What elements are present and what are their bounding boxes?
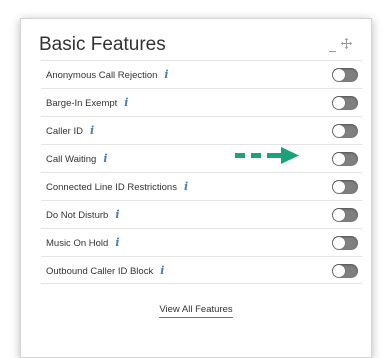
info-icon[interactable]: i — [90, 117, 94, 144]
minimize-icon[interactable] — [329, 51, 336, 52]
outbound-caller-id-block-toggle[interactable] — [332, 264, 358, 278]
feature-label: Anonymous Call Rejection i — [46, 61, 169, 89]
feature-row-connected-line-id-restrictions: Connected Line ID Restrictions i — [41, 172, 362, 200]
info-icon[interactable]: i — [184, 173, 188, 200]
feature-row-outbound-caller-id-block: Outbound Caller ID Block i — [41, 256, 362, 284]
toggle-knob — [333, 97, 345, 109]
toggle-knob — [333, 125, 345, 137]
caller-id-toggle[interactable] — [332, 124, 358, 138]
toggle-knob — [333, 237, 345, 249]
view-all-features-link-wrap: View All Features — [21, 304, 371, 318]
toggle-knob — [333, 153, 345, 165]
toggle-knob — [333, 181, 345, 193]
info-icon[interactable]: i — [103, 145, 107, 172]
info-icon[interactable]: i — [124, 89, 128, 116]
panel-header: Basic Features — [39, 31, 357, 59]
do-not-disturb-toggle[interactable] — [332, 208, 358, 222]
feature-label: Do Not Disturb i — [46, 201, 120, 229]
view-all-features-link[interactable]: View All Features — [159, 304, 233, 318]
info-icon[interactable]: i — [115, 229, 119, 256]
feature-list: Anonymous Call Rejection i Barge-In Exemp… — [41, 60, 362, 284]
feature-row-caller-id: Caller ID i — [41, 116, 362, 144]
connected-line-id-restrictions-toggle[interactable] — [332, 180, 358, 194]
feature-row-barge-in-exempt: Barge-In Exempt i — [41, 88, 362, 116]
music-on-hold-toggle[interactable] — [332, 236, 358, 250]
feature-row-music-on-hold: Music On Hold i — [41, 228, 362, 256]
call-waiting-toggle[interactable] — [332, 152, 358, 166]
basic-features-panel: Basic Features Anonymous Call Rejection i… — [20, 18, 372, 358]
info-icon[interactable]: i — [164, 61, 168, 88]
toggle-knob — [333, 69, 345, 81]
panel-title: Basic Features — [39, 34, 166, 55]
feature-row-call-waiting: Call Waiting i — [41, 144, 362, 172]
toggle-knob — [333, 209, 345, 221]
feature-label: Music On Hold i — [46, 229, 120, 257]
header-controls — [327, 35, 357, 55]
feature-row-anonymous-call-rejection: Anonymous Call Rejection i — [41, 60, 362, 88]
anonymous-call-rejection-toggle[interactable] — [332, 68, 358, 82]
feature-row-do-not-disturb: Do Not Disturb i — [41, 200, 362, 228]
info-icon[interactable]: i — [160, 257, 164, 284]
feature-label: Call Waiting i — [46, 145, 108, 173]
feature-label: Barge-In Exempt i — [46, 89, 128, 117]
move-icon[interactable] — [341, 38, 352, 49]
feature-label: Connected Line ID Restrictions i — [46, 173, 188, 201]
feature-label: Outbound Caller ID Block i — [46, 257, 164, 285]
info-icon[interactable]: i — [115, 201, 119, 228]
dashed-arrow-icon — [235, 147, 299, 164]
toggle-knob — [333, 265, 345, 277]
feature-label: Caller ID i — [46, 117, 94, 145]
barge-in-exempt-toggle[interactable] — [332, 96, 358, 110]
